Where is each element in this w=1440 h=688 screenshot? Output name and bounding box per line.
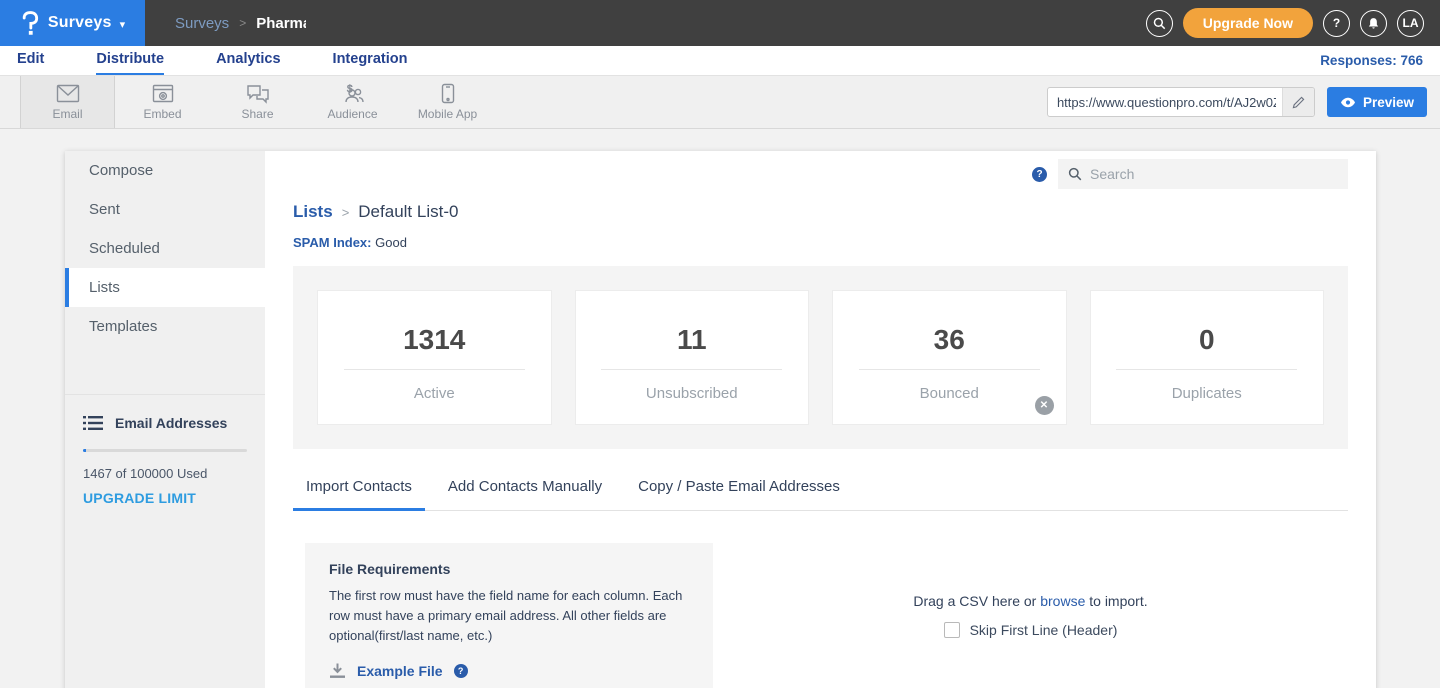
skip-first-line-checkbox[interactable]	[944, 622, 960, 638]
survey-section-nav: Edit Distribute Analytics Integration Re…	[0, 46, 1440, 75]
toolbar-right: Preview	[1047, 76, 1440, 128]
topbar-actions: Upgrade Now ? LA	[1146, 0, 1440, 46]
upgrade-limit-link[interactable]: UPGRADE LIMIT	[83, 490, 247, 506]
csv-dropzone[interactable]: Drag a CSV here or browse to import. Ski…	[713, 543, 1348, 688]
stat-card-bounced: 36 Bounced ✕	[832, 290, 1067, 425]
current-list-name: Default List-0	[358, 202, 458, 222]
product-switcher[interactable]: Surveys ▾	[0, 0, 145, 46]
list-breadcrumb: Lists > Default List-0	[293, 202, 1348, 222]
survey-url-field	[1047, 87, 1315, 117]
mobile-app-icon	[441, 83, 455, 104]
page-body: Compose Sent Scheduled Lists Templates E…	[0, 129, 1440, 688]
tab-copy-paste-email-addresses[interactable]: Copy / Paste Email Addresses	[625, 478, 853, 511]
email-icon	[56, 84, 80, 104]
help-icon[interactable]: ?	[1323, 10, 1350, 37]
page-help-icon[interactable]: ?	[1032, 167, 1047, 182]
edit-url-pencil-icon[interactable]	[1282, 88, 1314, 116]
contact-search	[1058, 159, 1348, 189]
share-icon	[246, 84, 270, 104]
stat-card-duplicates: 0 Duplicates	[1090, 290, 1325, 425]
browse-link[interactable]: browse	[1040, 593, 1085, 609]
file-requirements-body: The first row must have the field name f…	[329, 586, 689, 646]
contacts-tabs: Import Contacts Add Contacts Manually Co…	[293, 478, 1348, 511]
responses-count[interactable]: Responses: 766	[1320, 53, 1423, 68]
sidebar-item-sent[interactable]: Sent	[65, 190, 265, 229]
toolbar-tab-embed[interactable]: Embed	[115, 76, 210, 128]
embed-icon	[152, 84, 174, 104]
chevron-down-icon: ▾	[120, 18, 126, 31]
toolbar-tab-share[interactable]: Share	[210, 76, 305, 128]
stat-card-unsubscribed: 11 Unsubscribed	[575, 290, 810, 425]
breadcrumb-separator: >	[342, 205, 350, 220]
sidebar-item-lists[interactable]: Lists	[65, 268, 265, 307]
sidebar-item-templates[interactable]: Templates	[65, 307, 265, 346]
skip-first-line-label: Skip First Line (Header)	[970, 622, 1118, 638]
eye-icon	[1340, 97, 1356, 108]
list-icon	[83, 415, 103, 431]
email-sidebar: Compose Sent Scheduled Lists Templates E…	[65, 151, 265, 688]
nav-tab-analytics[interactable]: Analytics	[216, 47, 280, 75]
sidebar-item-compose[interactable]: Compose	[65, 151, 265, 190]
topbar: Surveys ▾ Surveys > Pharma Upgrade Now ?…	[0, 0, 1440, 46]
nav-tab-edit[interactable]: Edit	[17, 47, 44, 75]
list-stats-panel: 1314 Active 11 Unsubscribed 36 Bounced ✕…	[293, 266, 1348, 449]
breadcrumb-current-survey: Pharma	[256, 15, 306, 32]
questionpro-logo-icon	[20, 10, 40, 36]
upgrade-now-button[interactable]: Upgrade Now	[1183, 8, 1313, 38]
import-contacts-panel: File Requirements The first row must hav…	[293, 543, 1348, 688]
nav-tab-integration[interactable]: Integration	[333, 47, 408, 75]
audience-icon: $	[341, 84, 365, 104]
address-usage-progressbar	[83, 449, 247, 452]
list-detail-main: ? Lists > Default List-0 SPAM Index: Goo…	[265, 151, 1376, 688]
file-requirements-title: File Requirements	[329, 561, 689, 577]
survey-url-input[interactable]	[1048, 88, 1282, 116]
file-requirements-box: File Requirements The first row must hav…	[305, 543, 713, 688]
search-input[interactable]	[1090, 166, 1338, 182]
distribute-toolbar: Email Embed Share $ Audience Mobile App …	[0, 75, 1440, 129]
toolbar-tab-mobile-app[interactable]: Mobile App	[400, 76, 495, 128]
address-usage-text: 1467 of 100000 Used	[83, 466, 247, 481]
example-file-help-icon[interactable]: ?	[454, 664, 468, 678]
avatar[interactable]: LA	[1397, 10, 1424, 37]
product-label: Surveys	[48, 14, 112, 32]
breadcrumb-surveys-link[interactable]: Surveys	[175, 15, 229, 32]
notifications-bell-icon[interactable]	[1360, 10, 1387, 37]
spam-index: SPAM Index: Good	[293, 235, 1348, 250]
breadcrumb-separator: >	[239, 16, 246, 30]
stat-card-active: 1314 Active	[317, 290, 552, 425]
toolbar-tab-audience[interactable]: $ Audience	[305, 76, 400, 128]
example-file-link[interactable]: Example File	[357, 663, 443, 679]
download-icon	[329, 663, 346, 679]
preview-button[interactable]: Preview	[1327, 87, 1427, 117]
search-icon	[1068, 167, 1082, 181]
nav-tab-distribute[interactable]: Distribute	[96, 47, 164, 75]
email-addresses-title: Email Addresses	[115, 415, 227, 431]
sidebar-item-scheduled[interactable]: Scheduled	[65, 229, 265, 268]
search-icon[interactable]	[1146, 10, 1173, 37]
toolbar-tab-email[interactable]: Email	[20, 76, 115, 128]
lists-breadcrumb-link[interactable]: Lists	[293, 202, 333, 222]
tab-import-contacts[interactable]: Import Contacts	[293, 478, 425, 511]
email-distribution-card: Compose Sent Scheduled Lists Templates E…	[65, 151, 1376, 688]
dropzone-text: Drag a CSV here or browse to import.	[913, 593, 1147, 609]
remove-bounced-icon[interactable]: ✕	[1035, 396, 1054, 415]
tab-add-contacts-manually[interactable]: Add Contacts Manually	[435, 478, 615, 511]
email-addresses-panel: Email Addresses 1467 of 100000 Used UPGR…	[65, 394, 265, 506]
survey-breadcrumb: Surveys > Pharma	[145, 0, 306, 46]
